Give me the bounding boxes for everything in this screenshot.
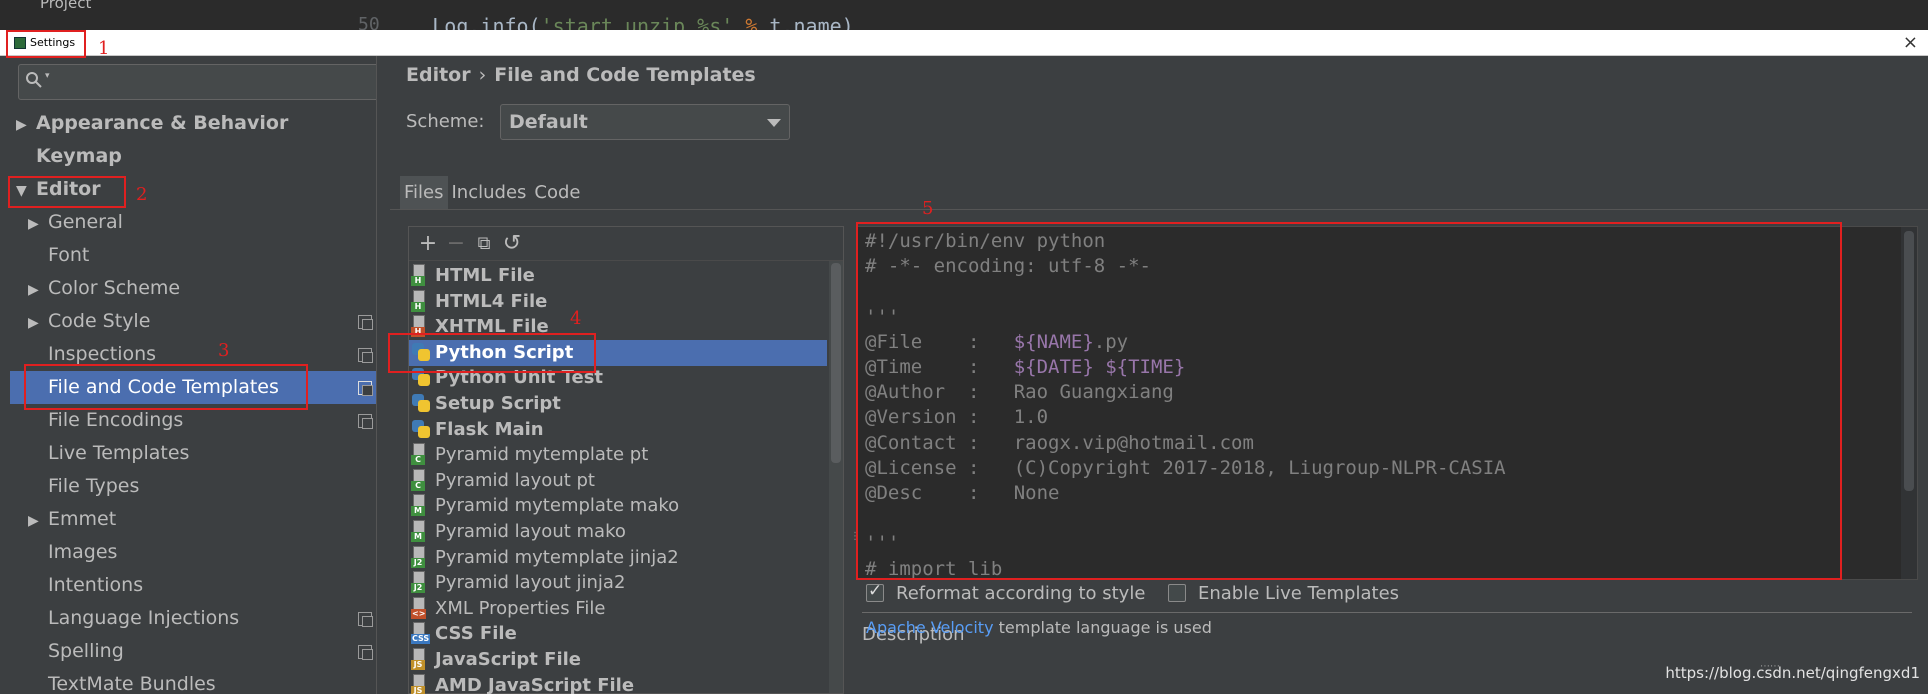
python-file-icon <box>411 392 431 414</box>
sidebar-item-images[interactable]: Images <box>48 536 117 569</box>
template-list-item[interactable]: JS AMD JavaScript File <box>409 673 827 694</box>
annotation-box-settings <box>6 30 86 58</box>
file-template-icon: J2 <box>411 545 431 568</box>
template-list-panel: + − ⧉ ↺ H HTML File H HTML4 File H XHTML File… <box>408 226 844 694</box>
template-list-item[interactable]: C Pyramid layout pt <box>409 468 827 494</box>
template-list-item[interactable]: <> XML Properties File <box>409 596 827 622</box>
scrollbar-thumb[interactable] <box>1904 231 1914 491</box>
template-tabs: Files Includes Code <box>400 176 585 210</box>
search-icon <box>26 72 42 88</box>
file-template-icon: M <box>411 494 431 517</box>
sidebar-item-spelling[interactable]: Spelling <box>48 635 124 668</box>
file-template-icon: CSS <box>411 622 431 645</box>
velocity-link[interactable]: Apache Velocity <box>866 618 994 637</box>
annotation-number: 4 <box>570 308 582 329</box>
code-line: Log.info('start unzip %s' % t.name) <box>432 14 854 30</box>
settings-title-bar: Settings × <box>0 30 1928 56</box>
scheme-select[interactable]: Default <box>500 104 790 140</box>
template-list-item[interactable]: M Pyramid mytemplate mako <box>409 493 827 519</box>
annotation-number: 1 <box>98 38 110 59</box>
annotation-number: 3 <box>218 340 230 361</box>
project-tool-label: Project <box>40 0 92 12</box>
tab-includes[interactable]: Includes <box>448 176 531 210</box>
project-scope-icon <box>358 348 373 363</box>
project-scope-icon <box>358 381 373 396</box>
tab-files[interactable]: Files <box>400 176 448 210</box>
annotation-box-file-templates <box>24 364 308 410</box>
sidebar-item-font[interactable]: Font <box>48 239 89 272</box>
template-list-scrollbar[interactable] <box>829 261 843 693</box>
sidebar-item-color-scheme[interactable]: ▶ Color Scheme <box>28 272 180 305</box>
tabs-divider <box>390 209 1928 210</box>
reformat-checkbox[interactable] <box>866 581 884 602</box>
scheme-label: Scheme: <box>406 111 485 132</box>
close-icon[interactable]: × <box>1903 32 1918 53</box>
python-file-icon <box>411 418 431 440</box>
chevron-down-icon <box>767 119 781 127</box>
expand-arrow-icon: ▶ <box>28 282 39 298</box>
file-template-icon: H <box>411 264 431 286</box>
project-scope-icon <box>358 645 373 660</box>
template-list-item[interactable]: M Pyramid layout mako <box>409 519 827 545</box>
file-template-icon: H <box>411 289 431 312</box>
annotation-number: 5 <box>922 198 934 219</box>
sidebar-scrollbar[interactable] <box>376 56 390 694</box>
editor-scrollbar[interactable] <box>1901 227 1917 579</box>
live-templates-label: Enable Live Templates <box>1198 583 1400 604</box>
breadcrumb: Editor › File and Code Templates <box>406 64 756 86</box>
ide-background-strip: Project 50 Log.info('start unzip %s' % t… <box>0 0 1928 30</box>
watermark: https://blog.csdn.net/qingfengxd1 <box>1665 664 1920 682</box>
file-template-icon: JS <box>411 648 431 670</box>
reset-icon[interactable]: ↺ <box>499 231 525 257</box>
description-text: Apache Velocity template language is use… <box>862 612 1912 638</box>
file-template-icon: JS <box>411 673 431 694</box>
expand-arrow-icon: ▶ <box>28 216 39 232</box>
search-dropdown-icon[interactable]: ▾ <box>45 71 50 81</box>
expand-arrow-icon: ▶ <box>28 315 39 331</box>
copy-icon[interactable]: ⧉ <box>471 231 497 257</box>
sidebar-item-textmate-bundles[interactable]: TextMate Bundles <box>48 668 216 694</box>
sidebar-item-live-templates[interactable]: Live Templates <box>48 437 189 470</box>
expand-arrow-icon: ▶ <box>16 117 27 133</box>
template-list-item[interactable]: Setup Script <box>409 391 827 417</box>
sidebar-item-emmet[interactable]: ▶ Emmet <box>28 503 116 536</box>
project-scope-icon <box>358 315 373 330</box>
template-list-item[interactable]: J2 Pyramid mytemplate jinja2 <box>409 545 827 571</box>
file-template-icon: M <box>411 520 431 542</box>
template-list-item[interactable]: JS JavaScript File <box>409 647 827 673</box>
tab-code[interactable]: Code <box>530 176 584 210</box>
annotation-box-editor <box>8 176 126 208</box>
annotation-box-python-script <box>388 333 596 373</box>
template-toolbar: + − ⧉ ↺ <box>409 227 843 261</box>
live-templates-checkbox[interactable] <box>1168 584 1186 602</box>
file-template-icon: J2 <box>411 571 431 594</box>
reformat-label: Reformat according to style <box>896 583 1146 604</box>
settings-search-input[interactable]: ▾ <box>18 64 382 100</box>
sidebar-item-keymap[interactable]: Keymap <box>36 140 122 173</box>
expand-arrow-icon: ▶ <box>28 513 39 529</box>
sidebar-item-appearance[interactable]: ▶ Appearance & Behavior <box>16 107 288 140</box>
template-list-item[interactable]: J2 Pyramid layout jinja2 <box>409 570 827 596</box>
file-template-icon: C <box>411 443 431 466</box>
scrollbar-thumb[interactable] <box>831 263 841 463</box>
project-scope-icon <box>358 612 373 627</box>
file-template-icon: <> <box>411 596 431 619</box>
sidebar-item-general[interactable]: ▶ General <box>28 206 123 239</box>
template-list-item[interactable]: H HTML4 File <box>409 289 827 315</box>
project-scope-icon <box>358 414 373 429</box>
remove-icon[interactable]: − <box>443 231 469 257</box>
sidebar-item-language-injections[interactable]: Language Injections <box>48 602 239 635</box>
sidebar-item-file-types[interactable]: File Types <box>48 470 139 503</box>
template-list-item[interactable]: CSS CSS File <box>409 621 827 647</box>
annotation-number: 2 <box>136 184 148 205</box>
annotation-box-editor-content <box>856 222 1842 580</box>
add-icon[interactable]: + <box>415 231 441 257</box>
template-list-item[interactable]: C Pyramid mytemplate pt <box>409 442 827 468</box>
sidebar-item-intentions[interactable]: Intentions <box>48 569 143 602</box>
template-list-item[interactable]: H HTML File <box>409 263 827 289</box>
file-template-icon: C <box>411 468 431 491</box>
template-list-item[interactable]: Flask Main <box>409 417 827 443</box>
sidebar-item-code-style[interactable]: ▶ Code Style <box>28 305 150 338</box>
